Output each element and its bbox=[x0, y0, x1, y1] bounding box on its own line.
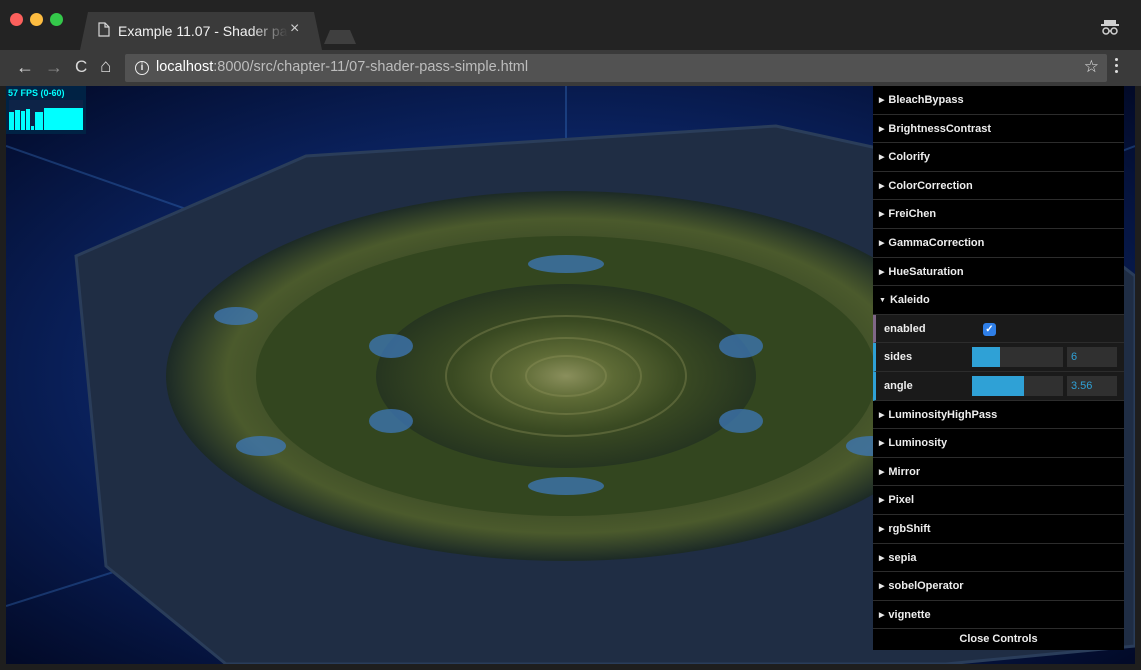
slider-fill bbox=[972, 347, 1001, 368]
folder-colorify[interactable]: ▶ Colorify bbox=[873, 143, 1124, 172]
folder-label: Kaleido bbox=[889, 294, 930, 307]
folder-label: Pixel bbox=[888, 494, 915, 507]
caret-right-icon: ▶ bbox=[879, 97, 885, 104]
folder-luminosity-high-pass[interactable]: ▶ LuminosityHighPass bbox=[873, 400, 1124, 430]
folder-color-correction[interactable]: ▶ ColorCorrection bbox=[873, 171, 1124, 201]
forward-icon[interactable]: → bbox=[45, 57, 63, 77]
zoom-window-button[interactable] bbox=[50, 13, 63, 26]
control-enabled: enabled ✓ bbox=[873, 314, 1124, 344]
address-bar[interactable]: i localhost:8000/src/chapter-11/07-shade… bbox=[125, 54, 1107, 82]
control-label: sides bbox=[884, 351, 913, 364]
caret-right-icon: ▶ bbox=[879, 239, 885, 247]
folder-vignette[interactable]: ▶ vignette bbox=[873, 600, 1124, 630]
back-icon[interactable]: ← bbox=[16, 57, 34, 77]
caret-right-icon: ▶ bbox=[879, 182, 885, 190]
folder-hue-saturation[interactable]: ▶ HueSaturation bbox=[873, 257, 1124, 287]
webgl-viewport[interactable]: 57 FPS (0-60) ▶ BleachBypass ▶ BrightnessCo… bbox=[6, 86, 1135, 664]
folder-brightness-contrast[interactable]: ▶ BrightnessContrast bbox=[873, 114, 1124, 144]
tab-close-icon[interactable]: × bbox=[290, 21, 299, 37]
control-label: enabled bbox=[884, 322, 926, 335]
caret-right-icon: ▶ bbox=[879, 440, 885, 448]
folder-label: GammaCorrection bbox=[888, 236, 985, 249]
folder-sobel-operator[interactable]: ▶ sobelOperator bbox=[873, 572, 1124, 601]
reload-icon[interactable]: C bbox=[75, 57, 87, 77]
browser-tab[interactable]: Example 11.07 - Shader pass simple × bbox=[80, 12, 322, 50]
folder-bleach-bypass[interactable]: ▶ BleachBypass bbox=[873, 86, 1124, 115]
control-angle: angle 3.56 bbox=[873, 371, 1124, 401]
folder-label: rgbShift bbox=[888, 522, 931, 535]
info-icon[interactable]: i bbox=[135, 61, 149, 75]
page-icon bbox=[98, 22, 110, 37]
caret-right-icon: ▶ bbox=[879, 468, 885, 476]
folder-rgb-shift[interactable]: ▶ rgbShift bbox=[873, 514, 1124, 544]
url-path: :8000/src/chapter-11/07-shader-pass-simp… bbox=[213, 59, 529, 75]
folder-pixel[interactable]: ▶ Pixel bbox=[873, 486, 1124, 515]
folder-label: sepia bbox=[888, 551, 917, 564]
caret-down-icon: ▼ bbox=[879, 297, 886, 305]
folder-label: BleachBypass bbox=[888, 94, 964, 106]
url-host: localhost bbox=[156, 59, 214, 75]
browser-toolbar: ← → C ⌂ i localhost:8000/src/chapter-11/… bbox=[0, 50, 1141, 86]
folders-after: ▶ LuminosityHighPass ▶ Luminosity ▶ Mirror ▶ Pi… bbox=[873, 400, 1124, 630]
url-text[interactable]: localhost:8000/src/chapter-11/07-shader-… bbox=[156, 59, 528, 75]
folder-gamma-correction[interactable]: ▶ GammaCorrection bbox=[873, 228, 1124, 258]
caret-right-icon: ▶ bbox=[879, 154, 885, 162]
caret-right-icon: ▶ bbox=[879, 211, 885, 219]
angle-slider[interactable] bbox=[972, 375, 1063, 396]
caret-right-icon: ▶ bbox=[879, 268, 885, 276]
folder-label: LuminosityHighPass bbox=[888, 408, 998, 421]
folder-label: Mirror bbox=[888, 465, 921, 478]
browser-title-bar: Example 11.07 - Shader pass simple × bbox=[0, 0, 1141, 50]
folder-label: FreiChen bbox=[888, 208, 937, 221]
folder-label: ColorCorrection bbox=[888, 179, 973, 192]
folder-label: vignette bbox=[888, 608, 931, 621]
folder-luminosity[interactable]: ▶ Luminosity bbox=[873, 429, 1124, 458]
folder-label: Luminosity bbox=[888, 437, 948, 450]
caret-right-icon: ▶ bbox=[879, 497, 885, 505]
enabled-checkbox[interactable]: ✓ bbox=[983, 322, 996, 336]
sides-slider[interactable] bbox=[972, 347, 1063, 368]
control-sides: sides 6 bbox=[873, 343, 1124, 372]
folders-before: ▶ BleachBypass ▶ BrightnessContrast ▶ Colorif… bbox=[873, 86, 1124, 287]
folder-label: Colorify bbox=[888, 151, 930, 164]
minimize-window-button[interactable] bbox=[30, 13, 43, 26]
home-icon[interactable]: ⌂ bbox=[100, 57, 111, 77]
caret-right-icon: ▶ bbox=[879, 611, 885, 619]
sides-number-input[interactable]: 6 bbox=[1067, 347, 1117, 368]
angle-number-input[interactable]: 3.56 bbox=[1067, 375, 1117, 396]
fps-graph bbox=[9, 100, 83, 130]
caret-right-icon: ▶ bbox=[879, 125, 885, 133]
folder-label: sobelOperator bbox=[888, 580, 964, 593]
caret-right-icon: ▶ bbox=[879, 554, 885, 562]
star-icon[interactable]: ☆ bbox=[1084, 57, 1099, 77]
folder-mirror[interactable]: ▶ Mirror bbox=[873, 457, 1124, 487]
folder-frei-chen[interactable]: ▶ FreiChen bbox=[873, 200, 1124, 229]
slider-fill bbox=[972, 375, 1024, 396]
shader-controls-panel: ▶ BleachBypass ▶ BrightnessContrast ▶ Colorif… bbox=[873, 86, 1124, 651]
control-label: angle bbox=[884, 379, 913, 392]
caret-right-icon: ▶ bbox=[879, 583, 885, 591]
close-window-button[interactable] bbox=[10, 13, 23, 26]
folder-sepia[interactable]: ▶ sepia bbox=[873, 543, 1124, 573]
folder-label: BrightnessContrast bbox=[888, 122, 992, 135]
fps-label: 57 FPS (0-60) bbox=[8, 88, 65, 98]
close-controls-button[interactable]: Close Controls bbox=[873, 629, 1124, 651]
caret-right-icon: ▶ bbox=[879, 411, 885, 419]
caret-right-icon: ▶ bbox=[879, 525, 885, 533]
folder-label: HueSaturation bbox=[888, 265, 964, 278]
tab-title: Example 11.07 - Shader pass simple bbox=[118, 23, 288, 39]
fps-stats-panel[interactable]: 57 FPS (0-60) bbox=[6, 86, 86, 134]
new-tab-button[interactable] bbox=[324, 30, 356, 44]
more-vert-icon[interactable] bbox=[1114, 58, 1120, 76]
folder-kaleido[interactable]: ▼ Kaleido bbox=[873, 286, 1124, 315]
incognito-icon bbox=[1101, 20, 1119, 35]
